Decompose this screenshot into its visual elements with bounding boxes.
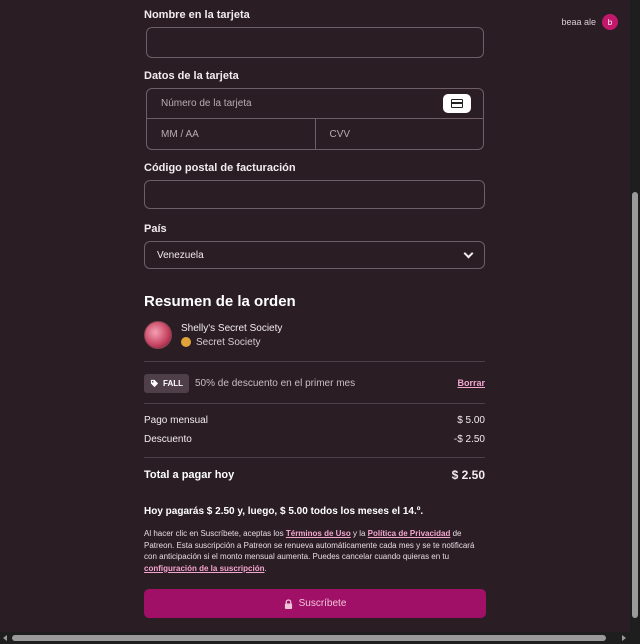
creator-name: Shelly's Secret Society bbox=[181, 322, 283, 334]
discount-row: Descuento -$ 2.50 bbox=[144, 434, 485, 445]
country-select[interactable]: Venezuela bbox=[144, 241, 485, 269]
horizontal-scrollbar[interactable] bbox=[0, 632, 640, 644]
country-label: País bbox=[144, 223, 167, 235]
legal-part-4: . bbox=[264, 563, 267, 573]
divider bbox=[144, 457, 485, 458]
creator-avatar bbox=[144, 321, 172, 349]
total-row: Total a pagar hoy $ 2.50 bbox=[144, 468, 485, 482]
total-value: $ 2.50 bbox=[451, 468, 485, 482]
tier-emoji-icon bbox=[181, 337, 191, 347]
promo-code: FALL bbox=[163, 378, 183, 388]
card-number-field[interactable]: Número de la tarjeta bbox=[147, 89, 483, 119]
scroll-left-icon[interactable] bbox=[3, 635, 7, 641]
name-on-card-input[interactable] bbox=[146, 27, 484, 58]
legal-part-1: Al hacer clic en Suscríbete, aceptas los bbox=[144, 529, 286, 538]
total-label: Total a pagar hoy bbox=[144, 469, 235, 481]
cvv-placeholder: CVV bbox=[329, 128, 351, 140]
card-label: Datos de la tarjeta bbox=[144, 70, 239, 82]
name-label: Nombre en la tarjeta bbox=[144, 9, 250, 21]
cvv-field[interactable]: CVV bbox=[316, 119, 484, 149]
expiry-field[interactable]: MM / AA bbox=[147, 119, 316, 149]
subscription-settings-link[interactable]: configuración de la suscripción bbox=[144, 564, 264, 573]
scroll-right-icon[interactable] bbox=[622, 635, 626, 641]
creator-info: Shelly's Secret Society Secret Society bbox=[144, 321, 282, 349]
promo-description: 50% de descuento en el primer mes bbox=[195, 377, 356, 389]
remove-promo-link[interactable]: Borrar bbox=[457, 378, 485, 388]
discount-label: Descuento bbox=[144, 434, 192, 445]
subscribe-label: Suscríbete bbox=[298, 598, 347, 609]
monthly-value: $ 5.00 bbox=[457, 415, 485, 426]
user-name: beaa ale bbox=[561, 17, 596, 27]
terms-link[interactable]: Términos de Uso bbox=[286, 529, 351, 538]
postal-code-input[interactable] bbox=[144, 180, 485, 209]
order-summary-title: Resumen de la orden bbox=[144, 293, 296, 310]
divider bbox=[144, 403, 485, 404]
chevron-down-icon bbox=[463, 248, 474, 259]
horizontal-scroll-thumb[interactable] bbox=[12, 635, 606, 641]
subscribe-button[interactable]: Suscríbete bbox=[144, 589, 486, 618]
promo-row: FALL 50% de descuento en el primer mes B… bbox=[144, 373, 485, 393]
country-value: Venezuela bbox=[157, 249, 204, 261]
expiry-placeholder: MM / AA bbox=[161, 128, 199, 140]
discount-value: -$ 2.50 bbox=[453, 434, 485, 445]
tier-name: Secret Society bbox=[196, 336, 261, 348]
vertical-scroll-thumb[interactable] bbox=[632, 192, 638, 618]
tag-icon bbox=[150, 379, 159, 387]
privacy-link[interactable]: Política de Privacidad bbox=[368, 529, 451, 538]
today-note: Hoy pagarás $ 2.50 y, luego, $ 5.00 todo… bbox=[144, 506, 424, 517]
divider bbox=[144, 361, 485, 362]
credit-card-icon bbox=[443, 94, 471, 113]
card-number-placeholder: Número de la tarjeta bbox=[161, 98, 252, 109]
legal-part-2: y la bbox=[350, 529, 368, 538]
monthly-row: Pago mensual $ 5.00 bbox=[144, 415, 485, 426]
promo-badge: FALL bbox=[144, 373, 189, 393]
vertical-scrollbar[interactable] bbox=[630, 0, 640, 632]
lock-icon bbox=[284, 598, 292, 609]
legal-text: Al hacer clic en Suscríbete, aceptas los… bbox=[144, 528, 485, 574]
user-menu[interactable]: beaa ale b bbox=[561, 14, 618, 30]
user-avatar: b bbox=[602, 14, 618, 30]
monthly-label: Pago mensual bbox=[144, 415, 208, 426]
card-details-group: Número de la tarjeta MM / AA CVV bbox=[146, 88, 484, 150]
postal-label: Código postal de facturación bbox=[144, 162, 296, 174]
